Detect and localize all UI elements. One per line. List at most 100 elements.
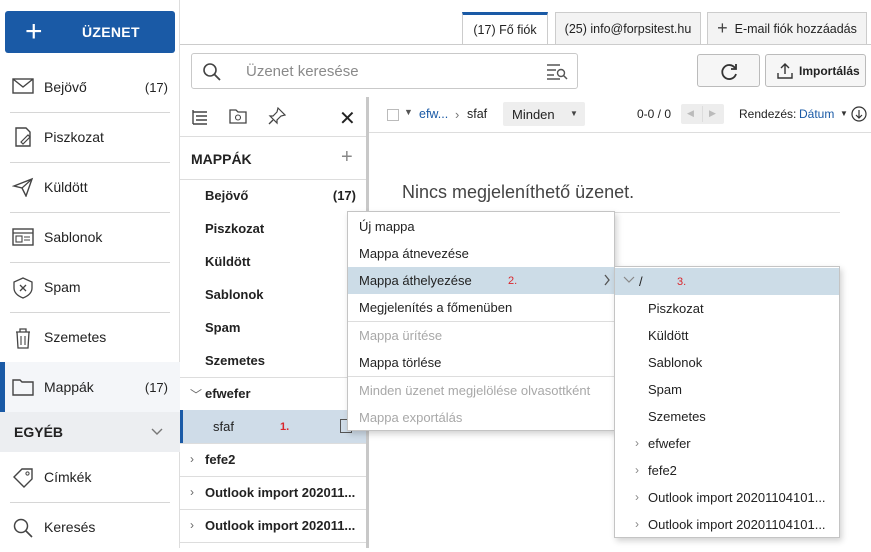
chevron-right-icon[interactable]: › bbox=[635, 490, 639, 504]
submenu-item-trash[interactable]: Szemetes bbox=[615, 403, 839, 430]
menu-item-label: Megjelenítés a főmenüben bbox=[359, 300, 513, 315]
compose-button[interactable]: + ÜZENET bbox=[5, 11, 175, 53]
chevron-right-icon[interactable]: › bbox=[635, 517, 639, 531]
folder-item-outlook-import[interactable]: › Outlook import 202011... bbox=[180, 509, 366, 542]
chevron-right-icon[interactable]: › bbox=[635, 436, 639, 450]
add-folder-icon[interactable]: + bbox=[341, 146, 353, 169]
folder-toolbar: ✕ bbox=[180, 97, 366, 137]
template-icon bbox=[12, 227, 34, 247]
import-label: Importálás bbox=[799, 64, 860, 78]
folder-item-sent[interactable]: Küldött bbox=[180, 245, 366, 278]
nav-item-folders[interactable]: Mappák (17) bbox=[0, 362, 180, 412]
move-target-submenu: / 3. Piszkozat Küldött Sablonok Spam Sze… bbox=[614, 266, 840, 538]
folder-item-outlook-import[interactable]: › Outlook import 202011... bbox=[180, 476, 366, 509]
search-placeholder: Üzenet keresése bbox=[246, 63, 359, 80]
chevron-down-icon[interactable]: ﹀ bbox=[190, 386, 202, 403]
menu-item-new-folder[interactable]: Új mappa bbox=[348, 213, 614, 240]
folder-label: Outlook import 202011... bbox=[205, 485, 356, 500]
pin-icon[interactable] bbox=[268, 107, 286, 125]
folder-label: Spam bbox=[205, 320, 241, 335]
folder-count: (17) bbox=[332, 188, 356, 203]
submenu-item-fefe2[interactable]: › fefe2 bbox=[615, 457, 839, 484]
nav-item-trash[interactable]: Szemetes bbox=[0, 312, 180, 362]
nav-item-spam[interactable]: Spam bbox=[0, 262, 180, 312]
chevron-down-icon[interactable]: ▼ bbox=[840, 109, 848, 118]
folder-item-drafts[interactable]: Piszkozat bbox=[180, 212, 366, 245]
chevron-down-icon[interactable]: ▼ bbox=[404, 107, 413, 117]
folder-item-sfaf[interactable]: sfaf 1. bbox=[180, 410, 366, 443]
submenu-item-outlook-import[interactable]: › Outlook import 20201104101... bbox=[615, 511, 839, 538]
plus-icon: + bbox=[25, 15, 43, 48]
submenu-item-outlook-import[interactable]: › Outlook import 20201104101... bbox=[615, 484, 839, 511]
submenu-item-sent[interactable]: Küldött bbox=[615, 322, 839, 349]
draft-icon bbox=[12, 127, 34, 147]
submenu-label: Outlook import 20201104101... bbox=[648, 517, 826, 532]
empty-list-message: Nincs megjeleníthető üzenet. bbox=[402, 182, 635, 202]
folder-item-spam[interactable]: Spam bbox=[180, 311, 366, 344]
search-input[interactable]: Üzenet keresése bbox=[191, 53, 578, 89]
close-icon[interactable]: ✕ bbox=[339, 106, 356, 131]
nav-item-templates[interactable]: Sablonok bbox=[0, 212, 180, 262]
chevron-right-icon bbox=[603, 274, 611, 286]
submenu-item-templates[interactable]: Sablonok bbox=[615, 349, 839, 376]
nav-item-sent[interactable]: Küldött bbox=[0, 162, 180, 212]
tab-info-account[interactable]: (25) info@forpsitest.hu bbox=[555, 12, 701, 44]
folder-item-trash[interactable]: Szemetes bbox=[180, 344, 366, 377]
tab-main-account[interactable]: (17) Fő fiók bbox=[462, 12, 548, 44]
left-nav: + ÜZENET Bejövő (17) Piszkozat Küldött S… bbox=[0, 0, 180, 548]
tab-label: (25) info@forpsitest.hu bbox=[564, 21, 692, 36]
select-all-checkbox[interactable] bbox=[387, 109, 399, 121]
menu-item-delete-folder[interactable]: Mappa törlése bbox=[348, 349, 614, 376]
new-folder-icon[interactable] bbox=[229, 108, 247, 124]
other-section-toggle[interactable]: EGYÉB bbox=[0, 412, 180, 452]
folder-item-templates[interactable]: Sablonok bbox=[180, 278, 366, 311]
message-count: 0-0 / 0 bbox=[637, 107, 672, 121]
nav-item-inbox[interactable]: Bejövő (17) bbox=[0, 62, 180, 112]
breadcrumb-parent[interactable]: efw... bbox=[419, 107, 448, 121]
folder-item-inbox[interactable]: Bejövő (17) bbox=[180, 179, 366, 212]
folders-title: MAPPÁK bbox=[191, 151, 252, 167]
folder-label: fefe2 bbox=[205, 452, 236, 467]
submenu-item-spam[interactable]: Spam bbox=[615, 376, 839, 403]
divider bbox=[180, 542, 366, 543]
chevron-right-icon[interactable]: › bbox=[635, 463, 639, 477]
chevron-right-icon[interactable]: › bbox=[190, 518, 194, 532]
folder-context-menu: Új mappa Mappa átnevezése Mappa áthelyez… bbox=[347, 211, 615, 431]
nav-item-labels[interactable]: Címkék bbox=[0, 452, 180, 502]
sort-value[interactable]: Dátum bbox=[799, 107, 834, 121]
tab-add-account[interactable]: + E-mail fiók hozzáadás bbox=[707, 12, 867, 44]
search-icon bbox=[12, 517, 34, 538]
submenu-item-drafts[interactable]: Piszkozat bbox=[615, 295, 839, 322]
folder-label: sfaf bbox=[213, 419, 234, 434]
next-page-icon[interactable]: ▶ bbox=[709, 108, 716, 119]
chevron-right-icon[interactable]: › bbox=[190, 452, 194, 466]
submenu-root-label: / bbox=[639, 274, 643, 289]
sort-direction-icon[interactable] bbox=[851, 106, 867, 122]
nav-label: Címkék bbox=[44, 469, 92, 485]
menu-item-label: Minden üzenet megjelölése olvasottként bbox=[359, 383, 591, 398]
submenu-item-root[interactable]: / 3. bbox=[615, 268, 839, 295]
submenu-item-efwefer[interactable]: › efwefer bbox=[615, 430, 839, 457]
advanced-search-icon[interactable] bbox=[546, 63, 568, 81]
sort-label: Rendezés: bbox=[739, 107, 797, 121]
menu-item-label: Mappa exportálás bbox=[359, 410, 463, 425]
folders-header: MAPPÁK + bbox=[180, 137, 366, 179]
menu-item-show-in-main-menu[interactable]: Megjelenítés a főmenüben bbox=[348, 294, 614, 321]
refresh-button[interactable] bbox=[697, 54, 760, 87]
chevron-right-icon[interactable]: › bbox=[190, 485, 194, 499]
nav-label: Piszkozat bbox=[44, 129, 104, 145]
folder-item-efwefer[interactable]: ﹀ efwefer bbox=[180, 377, 366, 410]
collapse-tree-icon[interactable] bbox=[191, 108, 209, 126]
inbox-icon bbox=[12, 77, 34, 97]
menu-item-move-folder[interactable]: Mappa áthelyezése 2. bbox=[348, 267, 614, 294]
trash-icon bbox=[12, 327, 34, 349]
nav-item-search[interactable]: Keresés bbox=[0, 502, 180, 552]
nav-item-drafts[interactable]: Piszkozat bbox=[0, 112, 180, 162]
menu-item-rename-folder[interactable]: Mappa átnevezése bbox=[348, 240, 614, 267]
filter-select[interactable]: Minden ▼ bbox=[503, 102, 585, 126]
prev-page-icon[interactable]: ◀ bbox=[687, 108, 694, 119]
breadcrumb-current: sfaf bbox=[467, 107, 488, 121]
folder-item-fefe2[interactable]: › fefe2 bbox=[180, 443, 366, 476]
folder-label: Piszkozat bbox=[205, 221, 265, 236]
import-button[interactable]: Importálás bbox=[765, 54, 866, 87]
